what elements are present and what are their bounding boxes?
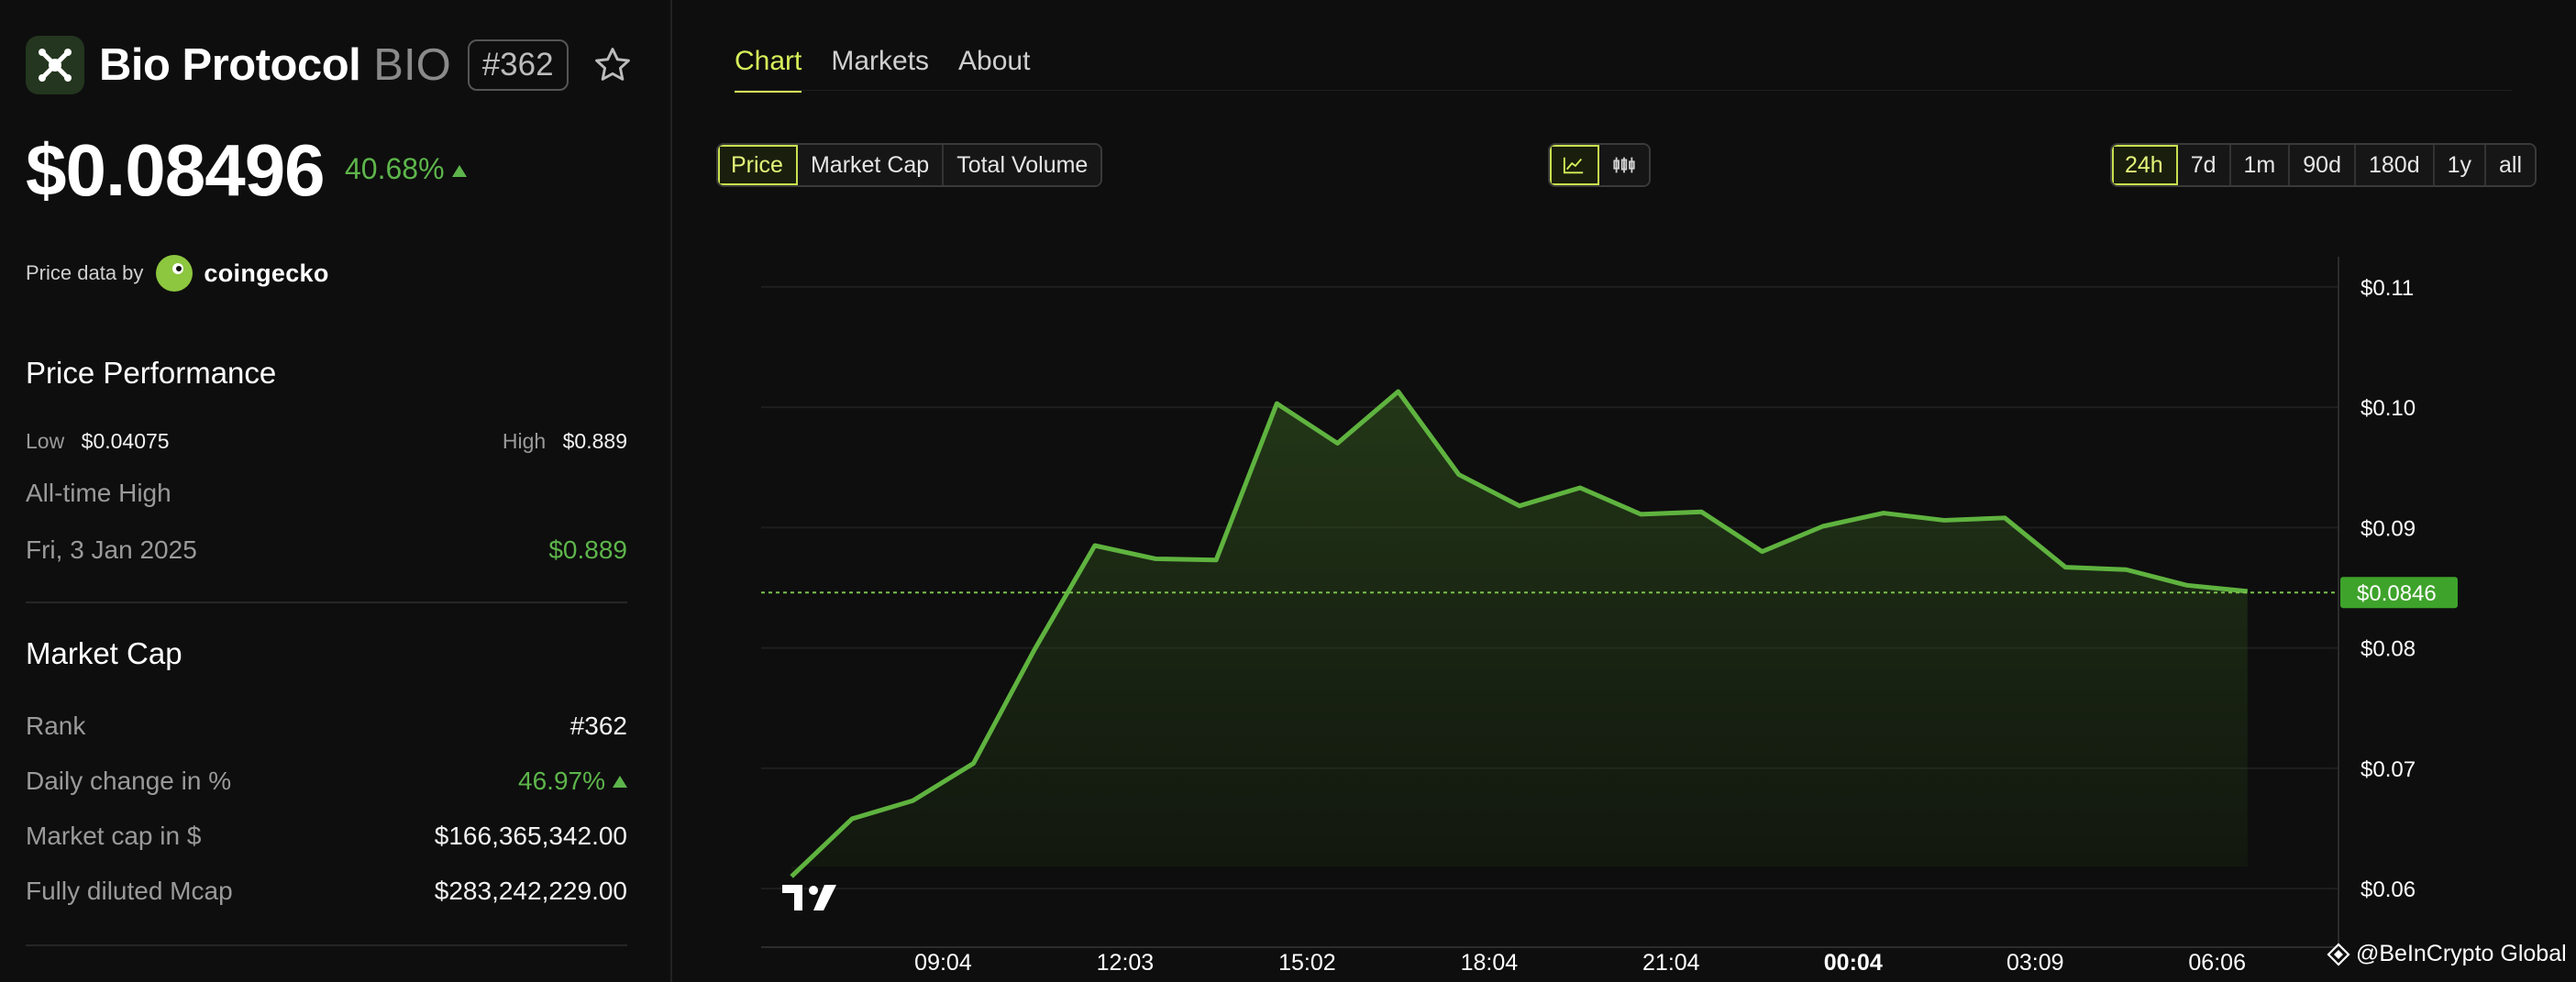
x-tick-label: 00:04 xyxy=(1824,950,1883,976)
market-cap-row-daily-change: Daily change in % 46.97% xyxy=(26,767,627,796)
market-cap-row-market-cap: Market cap in $ $166,365,342.00 xyxy=(26,822,627,851)
x-tick-label: 03:09 xyxy=(2007,950,2064,976)
market-cap-row-fdv: Fully diluted Mcap $283,242,229.00 xyxy=(26,877,627,906)
high-label: High xyxy=(502,429,547,453)
price-change: 40.68% xyxy=(345,152,467,186)
coin-header: Bio Protocol BIO #362 xyxy=(26,36,633,94)
bio-protocol-logo-icon xyxy=(26,36,84,94)
x-tick-label: 09:04 xyxy=(914,950,972,976)
x-tick-label: 18:04 xyxy=(1461,950,1519,976)
coingecko-logo-icon xyxy=(156,255,193,292)
market-cap-row-label: Rank xyxy=(26,712,86,740)
market-cap-row-value: $283,242,229.00 xyxy=(434,877,627,905)
y-tick-label: $0.07 xyxy=(2360,757,2416,782)
beincrypto-icon xyxy=(2327,942,2350,966)
price-area xyxy=(791,392,2248,877)
low-label: Low xyxy=(26,429,65,453)
y-tick-label: $0.10 xyxy=(2360,396,2416,421)
ath-label: All-time High xyxy=(26,479,171,507)
high-value: $0.889 xyxy=(562,429,627,453)
current-price-label: $0.0846 xyxy=(2357,581,2437,606)
market-cap-row-label: Fully diluted Mcap xyxy=(26,877,233,905)
ath-row: Fri, 3 Jan 2025 $0.889 xyxy=(26,535,627,565)
market-cap-title: Market Cap xyxy=(26,636,182,670)
x-tick-label: 21:04 xyxy=(1642,950,1700,976)
ath-value: $0.889 xyxy=(548,535,627,564)
low-value: $0.04075 xyxy=(81,429,170,453)
divider xyxy=(26,601,627,603)
chart-panel: Chart Markets About Price Market Cap Tot… xyxy=(674,0,2576,982)
tradingview-logo-icon[interactable] xyxy=(782,885,836,910)
market-cap-row-label: Daily change in % xyxy=(26,767,232,795)
price-data-attribution: Price data by coingecko xyxy=(26,255,329,292)
market-cap-row-rank: Rank #362 xyxy=(26,712,627,741)
watermark: @BeInCrypto Global xyxy=(2327,941,2567,967)
star-icon[interactable] xyxy=(592,45,633,85)
x-tick-label: 06:06 xyxy=(2188,950,2246,976)
market-cap-row-value: $166,365,342.00 xyxy=(434,822,627,850)
y-tick-label: $0.11 xyxy=(2360,276,2414,301)
market-cap-row-label: Market cap in $ xyxy=(26,822,202,850)
price-data-source[interactable]: coingecko xyxy=(204,259,328,288)
y-tick-label: $0.06 xyxy=(2360,877,2416,902)
current-price: $0.08496 xyxy=(26,129,326,211)
coin-info-panel: Bio Protocol BIO #362 $0.08496 40.68% Pr… xyxy=(0,0,672,982)
x-tick-label: 12:03 xyxy=(1097,950,1155,976)
ath-label-row: All-time High xyxy=(26,479,627,508)
coin-symbol: BIO xyxy=(373,40,451,90)
price-change-value: 40.68% xyxy=(345,152,445,185)
market-cap-row-value: #362 xyxy=(569,712,627,740)
rank-badge: #362 xyxy=(467,39,569,91)
coin-name: Bio Protocol xyxy=(99,40,361,90)
x-tick-label: 15:02 xyxy=(1278,950,1336,976)
price-data-label: Price data by xyxy=(26,261,144,284)
price-performance-title: Price Performance xyxy=(26,356,277,390)
ath-date: Fri, 3 Jan 2025 xyxy=(26,535,197,564)
watermark-text: @BeInCrypto Global xyxy=(2356,941,2567,966)
y-tick-label: $0.09 xyxy=(2360,516,2416,541)
market-cap-row-value: 46.97% xyxy=(518,767,627,796)
up-arrow-icon xyxy=(451,165,467,177)
y-tick-label: $0.08 xyxy=(2360,637,2416,662)
low-high-row: Low $0.04075 High $0.889 xyxy=(26,429,627,454)
divider xyxy=(26,944,627,946)
price-chart[interactable]: $0.11 $0.10 $0.09 $0.08 $0.07 $0.06 09:04 12:03… xyxy=(674,0,2576,982)
